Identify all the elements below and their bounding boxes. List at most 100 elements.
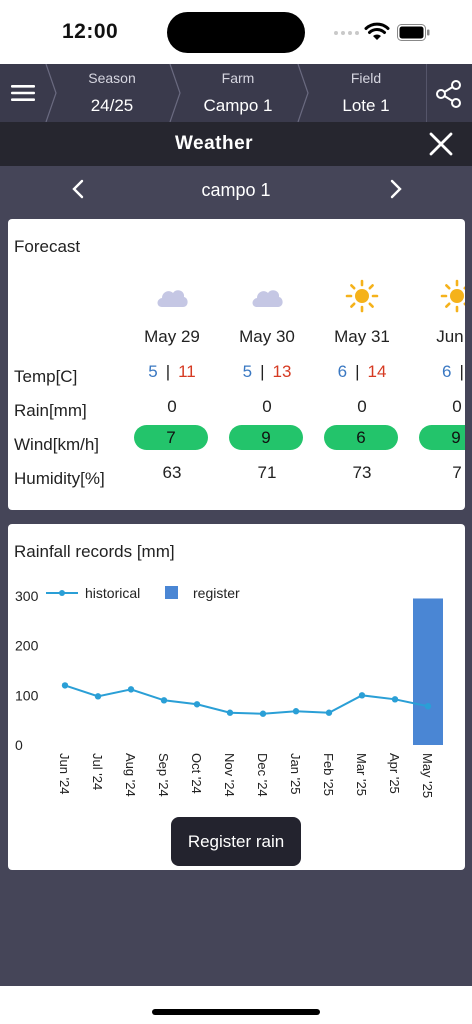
status-time: 12:00: [62, 20, 119, 43]
signal-icon: [334, 31, 359, 35]
y-tick-label: 0: [15, 737, 23, 753]
x-tick-label: Dec '24: [255, 753, 270, 797]
legend-label-historical: historical: [85, 585, 140, 601]
breadcrumb-separator-icon: [45, 64, 57, 122]
season-selector[interactable]: Season 24/25: [58, 64, 166, 122]
season-label: Season: [88, 70, 136, 86]
x-tick-label: Jul '24: [90, 753, 105, 790]
x-tick-label: Feb '25: [321, 753, 336, 796]
x-tick-label: May '25: [420, 753, 435, 798]
register-rain-button[interactable]: Register rain: [171, 817, 301, 866]
forecast-humidity: 7: [452, 463, 462, 482]
forecast-rain: 0: [452, 397, 462, 416]
x-tick-label: Aug '24: [123, 753, 138, 797]
cloud-icon: [252, 290, 283, 307]
breadcrumb-separator-icon: [169, 64, 181, 122]
forecast-date: May 30: [239, 327, 295, 346]
historical-point: [61, 682, 69, 689]
temp-min: 6: [442, 362, 452, 381]
sun-icon: [440, 279, 465, 313]
temp-row-label: Temp[C]: [14, 367, 78, 386]
humidity-row-label: Humidity[%]: [14, 469, 105, 488]
close-icon[interactable]: [428, 131, 454, 157]
historical-point: [325, 709, 333, 716]
rainfall-card: Rainfall records [mm] 0 100 200 300 historic…: [8, 524, 465, 870]
forecast-humidity: 63: [162, 463, 182, 482]
forecast-title: Forecast: [14, 237, 81, 256]
legend-label-register: register: [193, 585, 240, 601]
forecast-date: May 31: [334, 327, 390, 346]
historical-point: [292, 708, 300, 715]
forecast-rain: 0: [167, 397, 177, 416]
historical-line: [64, 684, 429, 715]
forecast-humidity: 71: [257, 463, 277, 482]
y-tick-label: 100: [15, 687, 39, 703]
rain-row-label: Rain[mm]: [14, 401, 87, 420]
temp-max: 13: [272, 362, 292, 381]
field-value: Lote 1: [342, 96, 390, 115]
weather-header: Weather: [0, 122, 472, 166]
historical-point: [160, 697, 168, 704]
season-value: 24/25: [90, 96, 134, 115]
x-tick-label: Oct '24: [189, 753, 204, 794]
forecast-temps: 6 |: [442, 362, 464, 381]
sun-icon: [345, 279, 379, 313]
wifi-icon: [364, 22, 390, 40]
home-indicator[interactable]: [152, 1009, 320, 1015]
forecast-day: May 29 5 | 11 0 7 63: [132, 219, 212, 510]
historical-point: [424, 703, 432, 710]
legend-line-dot: [59, 590, 65, 596]
forecast-rain: 0: [262, 397, 272, 416]
y-tick-label: 300: [15, 588, 39, 604]
historical-point: [259, 710, 267, 717]
chevron-right-icon[interactable]: [386, 178, 406, 200]
forecast-rain: 0: [357, 397, 367, 416]
farm-label: Farm: [221, 70, 255, 86]
forecast-card: Forecast Temp[C] Rain[mm] Wind[km/h] Hum…: [8, 219, 465, 510]
forecast-temps: 5 | 11: [148, 362, 196, 381]
wind-badge: 7: [134, 425, 208, 450]
x-tick-label: Apr '25: [387, 753, 402, 794]
wind-row-label: Wind[km/h]: [14, 435, 100, 454]
forecast-date: Jun 1: [436, 327, 465, 346]
wind-badge: 6: [324, 425, 398, 450]
historical-point: [193, 701, 201, 708]
temp-max: 14: [367, 362, 387, 381]
legend-bar-marker: [165, 586, 178, 599]
historical-point: [226, 709, 234, 716]
historical-point: [94, 693, 102, 700]
cloud-icon: [157, 290, 188, 307]
page-title: Weather: [174, 133, 254, 154]
historical-point: [391, 696, 399, 703]
farm-value: Campo 1: [203, 96, 273, 115]
forecast-day: Jun 1 6| 0 9 7: [417, 219, 465, 510]
dynamic-island: [167, 12, 305, 53]
forecast-temps: 5 | 13: [242, 362, 292, 381]
forecast-day: May 31 6 | 14 0 6 73: [322, 219, 402, 510]
forecast-temps: 6 | 14: [337, 362, 387, 381]
farm-selector[interactable]: Farm Campo 1: [182, 64, 294, 122]
field-label: Field: [350, 70, 382, 86]
register-bar: [413, 598, 443, 745]
historical-point: [358, 692, 366, 699]
forecast-day: May 30 5 | 13 0 9 71: [227, 219, 307, 510]
x-tick-label: Sep '24: [156, 753, 171, 797]
temp-max: 11: [178, 362, 196, 381]
forecast-humidity: 73: [352, 463, 372, 482]
historical-point: [127, 686, 135, 693]
temp-min: 5: [148, 362, 158, 381]
x-tick-label: Jun '24: [57, 753, 72, 795]
battery-icon: [397, 24, 430, 41]
forecast-date: May 29: [144, 327, 200, 346]
field-switcher: campo 1: [0, 166, 472, 214]
top-navigation: Season 24/25 Farm Campo 1 Field Lote 1: [0, 64, 472, 122]
status-bar: 12:00: [0, 0, 472, 64]
temp-min: 5: [242, 362, 253, 381]
share-icon[interactable]: [433, 78, 465, 110]
x-tick-label: Nov '24: [222, 753, 237, 797]
menu-icon[interactable]: [8, 78, 38, 108]
wind-badge: 9: [229, 425, 303, 450]
temp-min: 6: [337, 362, 348, 381]
field-selector[interactable]: Field Lote 1: [310, 64, 422, 122]
nav-divider: [426, 64, 427, 122]
